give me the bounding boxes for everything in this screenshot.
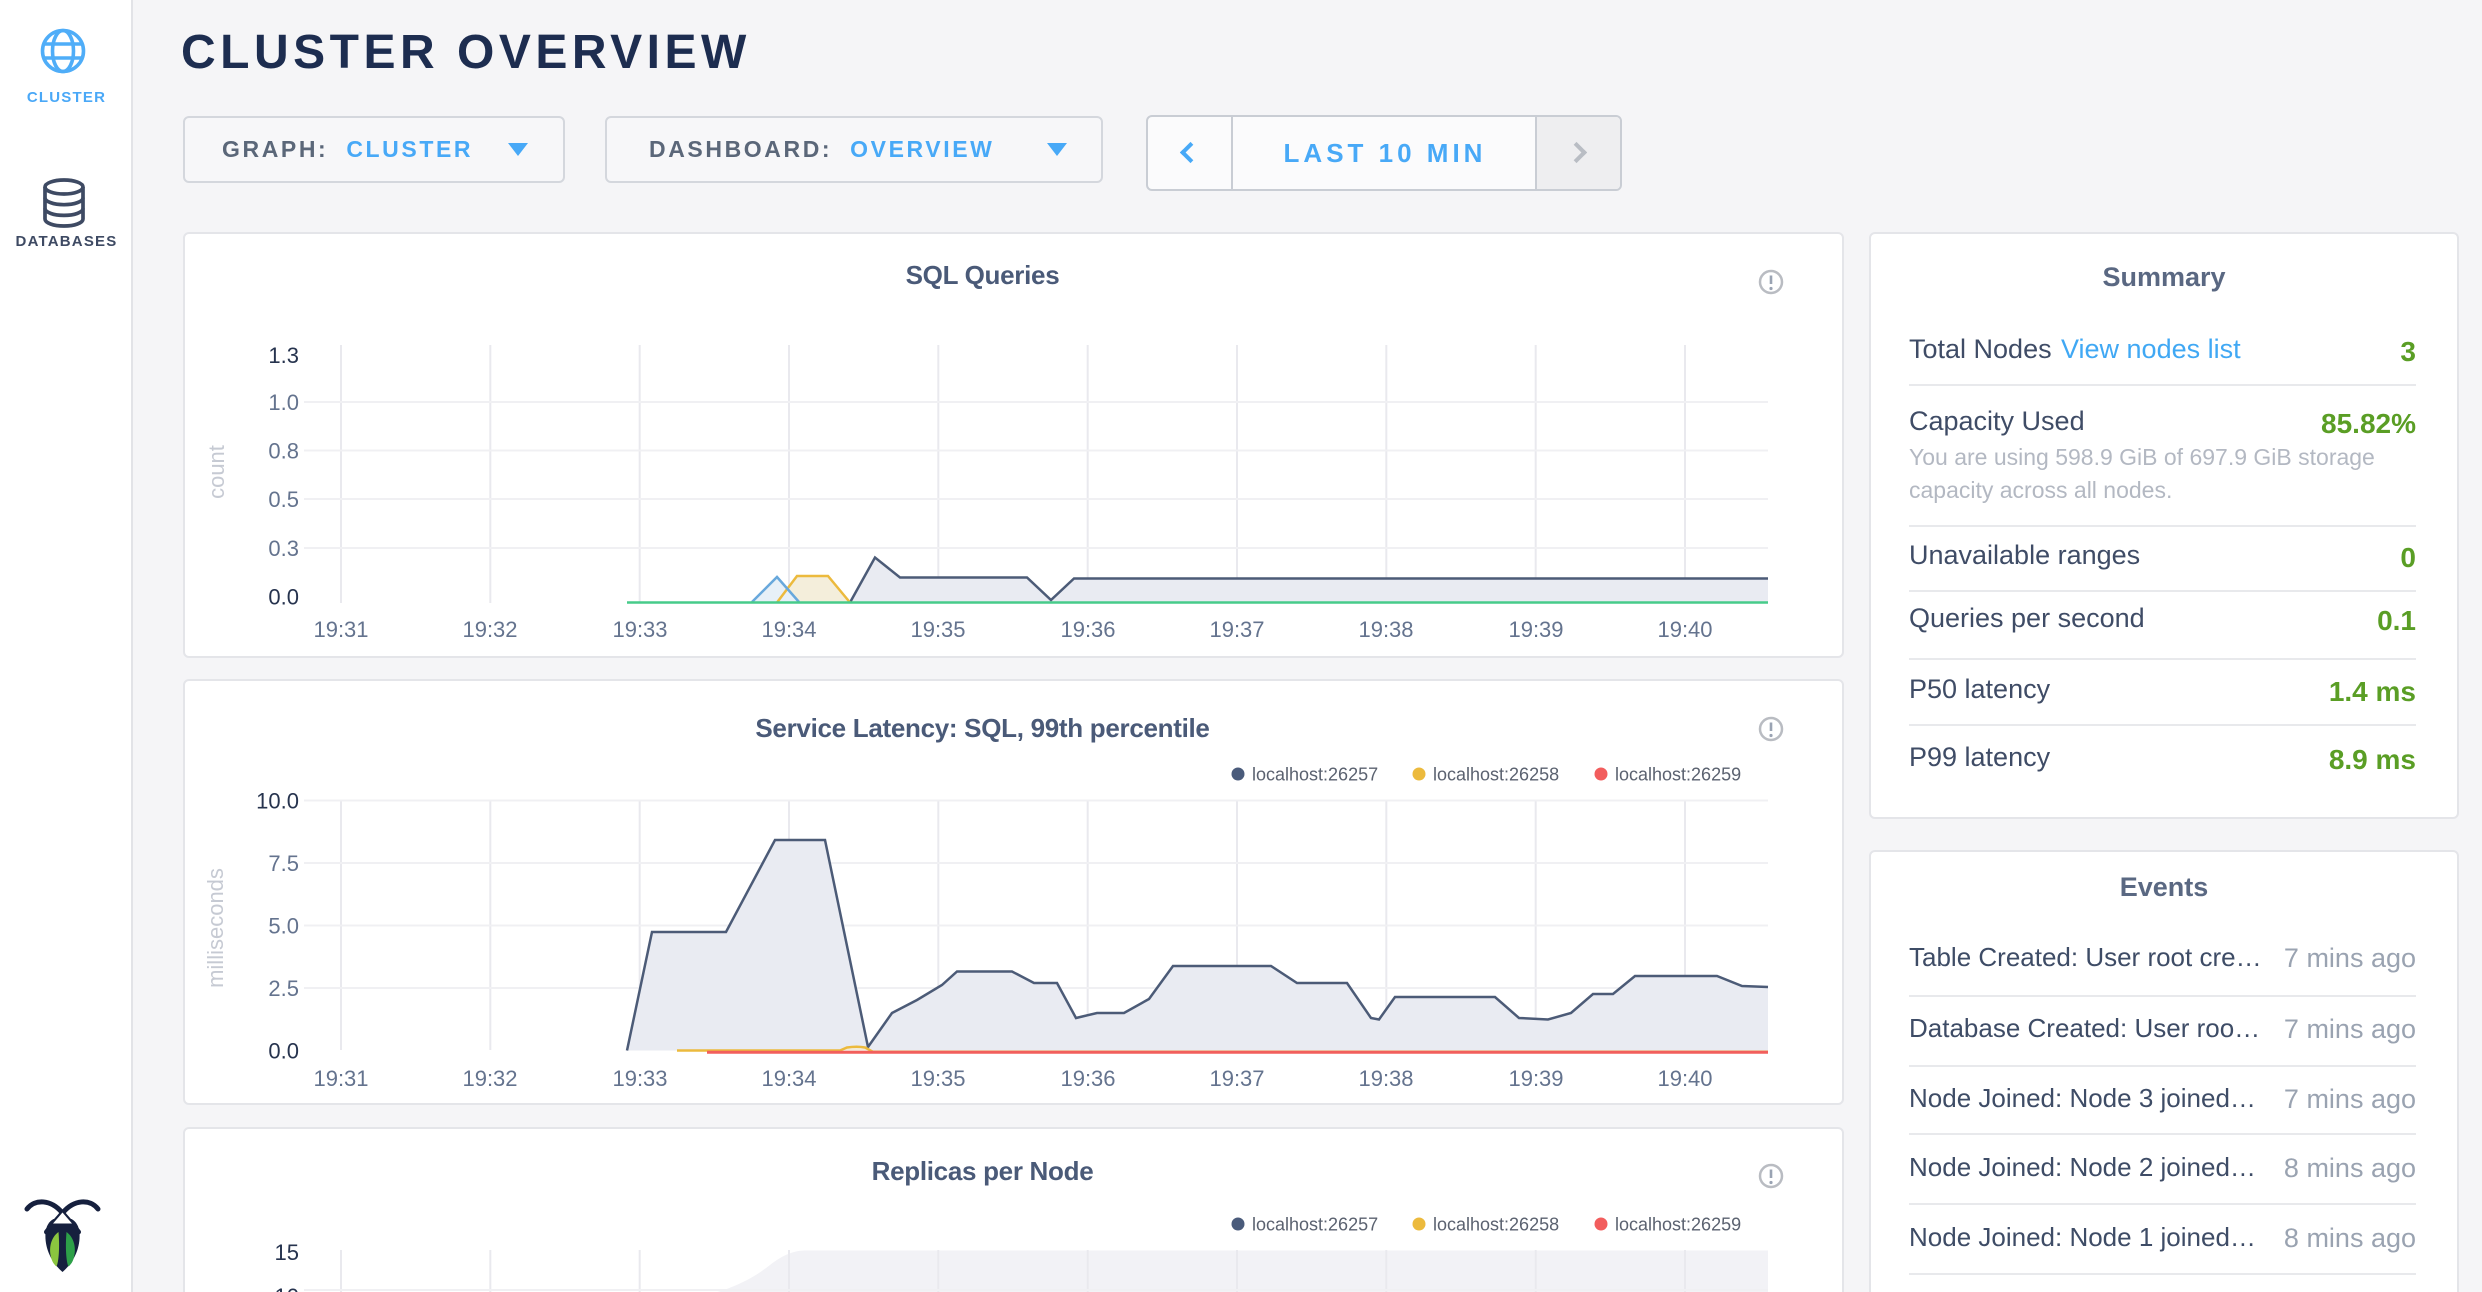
- svg-text:19:34: 19:34: [761, 617, 816, 642]
- svg-text:2.5: 2.5: [268, 976, 299, 1001]
- svg-text:count: count: [204, 445, 229, 499]
- svg-text:0.0: 0.0: [268, 585, 299, 610]
- svg-text:19:37: 19:37: [1209, 1066, 1264, 1091]
- svg-text:0.3: 0.3: [268, 536, 299, 561]
- svg-text:19:31: 19:31: [313, 617, 368, 642]
- svg-text:localhost:26258: localhost:26258: [1433, 1215, 1559, 1235]
- svg-text:19:31: 19:31: [313, 1066, 368, 1091]
- svg-text:19:33: 19:33: [612, 617, 667, 642]
- svg-text:19:40: 19:40: [1657, 1066, 1712, 1091]
- svg-text:19:33: 19:33: [612, 1066, 667, 1091]
- svg-text:19:37: 19:37: [1209, 617, 1264, 642]
- svg-text:19:32: 19:32: [462, 1066, 517, 1091]
- svg-text:1.3: 1.3: [268, 343, 299, 368]
- svg-text:milliseconds: milliseconds: [203, 868, 228, 988]
- svg-text:0.8: 0.8: [268, 439, 299, 464]
- svg-text:19:39: 19:39: [1508, 617, 1563, 642]
- svg-text:19:36: 19:36: [1060, 1066, 1115, 1091]
- svg-text:10.0: 10.0: [256, 789, 299, 814]
- svg-text:localhost:26259: localhost:26259: [1615, 765, 1741, 785]
- svg-text:1.0: 1.0: [268, 390, 299, 415]
- svg-text:19:32: 19:32: [462, 617, 517, 642]
- svg-text:19:36: 19:36: [1060, 617, 1115, 642]
- svg-text:15: 15: [275, 1240, 299, 1265]
- svg-text:localhost:26257: localhost:26257: [1252, 1215, 1378, 1235]
- svg-text:0.0: 0.0: [268, 1039, 299, 1064]
- svg-text:19:35: 19:35: [910, 617, 965, 642]
- svg-text:19:35: 19:35: [910, 1066, 965, 1091]
- svg-text:19:38: 19:38: [1358, 1066, 1413, 1091]
- svg-text:7.5: 7.5: [268, 851, 299, 876]
- svg-text:10: 10: [275, 1284, 299, 1292]
- svg-text:19:38: 19:38: [1358, 617, 1413, 642]
- svg-text:19:34: 19:34: [761, 1066, 816, 1091]
- svg-text:0.5: 0.5: [268, 487, 299, 512]
- svg-text:19:40: 19:40: [1657, 617, 1712, 642]
- svg-text:localhost:26257: localhost:26257: [1252, 765, 1378, 785]
- svg-text:localhost:26258: localhost:26258: [1433, 765, 1559, 785]
- svg-text:localhost:26259: localhost:26259: [1615, 1215, 1741, 1235]
- svg-text:19:39: 19:39: [1508, 1066, 1563, 1091]
- svg-text:5.0: 5.0: [268, 914, 299, 939]
